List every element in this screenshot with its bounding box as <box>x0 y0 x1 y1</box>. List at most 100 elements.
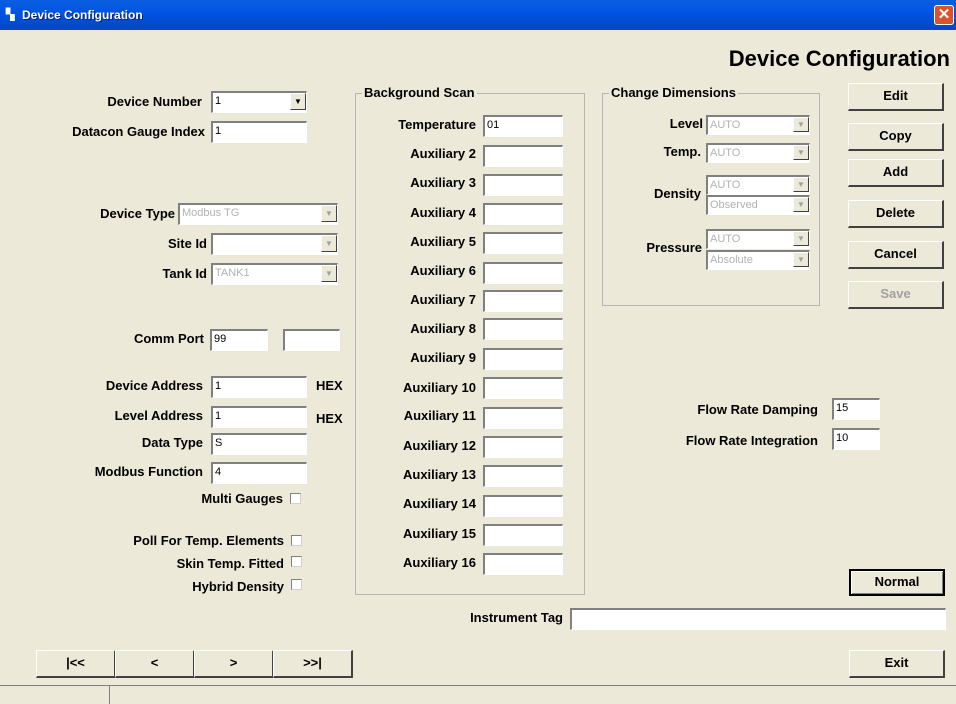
scan-field-11[interactable] <box>483 407 563 429</box>
comm-port-secondary-field[interactable] <box>283 329 340 351</box>
exit-button[interactable]: Exit <box>849 650 945 678</box>
last-record-button[interactable]: >>| <box>273 650 353 678</box>
chevron-down-icon: ▼ <box>793 252 809 267</box>
scan-label-12: Auxiliary 12 <box>403 438 476 453</box>
flow-rate-integration-field[interactable]: 10 <box>832 428 880 450</box>
scan-field-8[interactable] <box>483 318 563 340</box>
add-button[interactable]: Add <box>848 159 944 187</box>
level-dimension-select[interactable]: AUTO ▼ <box>706 115 810 135</box>
device-config-icon: ▚ <box>6 9 15 21</box>
pressure-dimension-select[interactable]: AUTO ▼ <box>706 229 810 249</box>
scan-field-15[interactable] <box>483 524 563 546</box>
pressure-dimension-value: AUTO <box>710 233 741 245</box>
data-type-field[interactable]: S <box>211 433 307 455</box>
scan-label-16: Auxiliary 16 <box>403 555 476 570</box>
density-dimension-select[interactable]: AUTO ▼ <box>706 175 810 195</box>
hybrid-density-checkbox[interactable] <box>291 579 302 590</box>
device-number-select[interactable]: 1 ▼ <box>211 91 307 113</box>
device-number-value: 1 <box>215 95 222 107</box>
scan-label-15: Auxiliary 15 <box>403 526 476 541</box>
chevron-down-icon: ▼ <box>793 177 809 192</box>
copy-button[interactable]: Copy <box>848 123 944 151</box>
scan-field-3[interactable] <box>483 174 563 196</box>
chevron-down-icon: ▼ <box>793 117 809 132</box>
delete-button[interactable]: Delete <box>848 200 944 228</box>
scan-label-5: Auxiliary 5 <box>410 234 476 249</box>
chevron-down-icon: ▼ <box>290 93 306 110</box>
scan-field-1[interactable]: 01 <box>483 115 563 137</box>
device-configuration-window: ▚ Device Configuration ✕ Device Configur… <box>0 0 956 704</box>
page-title: Device Configuration <box>728 46 950 71</box>
data-type-label: Data Type <box>141 435 203 450</box>
scan-label-10: Auxiliary 10 <box>403 380 476 395</box>
multi-gauges-label: Multi Gauges <box>201 491 283 506</box>
scan-label-2: Auxiliary 2 <box>410 146 476 161</box>
scan-field-9[interactable] <box>483 348 563 370</box>
background-scan-group: Background Scan <box>355 85 585 595</box>
tank-id-select[interactable]: TANK1 ▼ <box>211 263 338 285</box>
scan-field-7[interactable] <box>483 290 563 312</box>
instrument-tag-field[interactable] <box>570 608 946 630</box>
scan-field-4[interactable] <box>483 203 563 225</box>
scan-field-16[interactable] <box>483 553 563 575</box>
client-area: Device Configuration Device Number 1 ▼ D… <box>0 30 956 704</box>
comm-port-label: Comm Port <box>133 331 204 346</box>
scan-label-9: Auxiliary 9 <box>410 350 476 365</box>
scan-field-2[interactable] <box>483 145 563 167</box>
scan-field-12[interactable] <box>483 436 563 458</box>
datacon-gauge-index-label: Datacon Gauge Index <box>72 124 205 139</box>
chevron-down-icon: ▼ <box>321 265 337 282</box>
comm-port-field[interactable]: 99 <box>210 329 268 351</box>
modbus-function-field[interactable]: 4 <box>211 462 307 484</box>
chevron-down-icon: ▼ <box>321 205 337 222</box>
temp-dimension-select[interactable]: AUTO ▼ <box>706 143 810 163</box>
temp-dimension-label: Temp. <box>663 144 701 159</box>
flow-rate-damping-label: Flow Rate Damping <box>697 402 818 417</box>
tank-id-label: Tank Id <box>162 266 207 281</box>
level-address-label: Level Address <box>114 408 203 423</box>
tank-id-value: TANK1 <box>215 267 250 279</box>
scan-field-13[interactable] <box>483 465 563 487</box>
cancel-button[interactable]: Cancel <box>848 241 944 269</box>
device-type-select[interactable]: Modbus TG ▼ <box>178 203 338 225</box>
change-dimensions-title: Change Dimensions <box>609 85 738 100</box>
temp-dimension-value: AUTO <box>710 147 741 159</box>
window-title: Device Configuration <box>22 8 143 22</box>
poll-temp-elements-checkbox[interactable] <box>291 535 302 546</box>
device-type-label: Device Type <box>100 206 175 221</box>
device-number-label: Device Number <box>107 94 202 109</box>
multi-gauges-checkbox[interactable] <box>290 493 301 504</box>
flow-rate-damping-field[interactable]: 15 <box>832 398 880 420</box>
save-button[interactable]: Save <box>848 281 944 309</box>
scan-label-7: Auxiliary 7 <box>410 292 476 307</box>
chevron-down-icon: ▼ <box>793 197 809 212</box>
site-id-select[interactable]: ▼ <box>211 233 338 255</box>
density-mode-value: Observed <box>710 199 758 211</box>
next-record-button[interactable]: > <box>194 650 274 678</box>
device-type-value: Modbus TG <box>182 207 240 219</box>
hybrid-density-label: Hybrid Density <box>192 579 284 594</box>
chevron-down-icon: ▼ <box>793 231 809 246</box>
datacon-gauge-index-field[interactable]: 1 <box>211 121 307 143</box>
scan-label-8: Auxiliary 8 <box>410 321 476 336</box>
edit-button[interactable]: Edit <box>848 83 944 111</box>
scan-field-5[interactable] <box>483 232 563 254</box>
chevron-down-icon: ▼ <box>321 235 337 252</box>
density-mode-select[interactable]: Observed ▼ <box>706 195 810 215</box>
scan-label-14: Auxiliary 14 <box>403 496 476 511</box>
modbus-function-label: Modbus Function <box>94 464 203 479</box>
close-button[interactable]: ✕ <box>934 5 954 25</box>
scan-field-6[interactable] <box>483 262 563 284</box>
level-address-field[interactable]: 1 <box>211 406 307 428</box>
pressure-mode-select[interactable]: Absolute ▼ <box>706 250 810 270</box>
skin-temp-fitted-checkbox[interactable] <box>291 556 302 567</box>
scan-field-14[interactable] <box>483 495 563 517</box>
scan-field-10[interactable] <box>483 377 563 399</box>
first-record-button[interactable]: |<< <box>36 650 116 678</box>
status-pane-2 <box>110 686 956 704</box>
device-address-field[interactable]: 1 <box>211 376 307 398</box>
density-dimension-label: Density <box>654 186 701 201</box>
normal-button[interactable]: Normal <box>849 569 945 596</box>
previous-record-button[interactable]: < <box>115 650 195 678</box>
site-id-label: Site Id <box>167 236 207 251</box>
